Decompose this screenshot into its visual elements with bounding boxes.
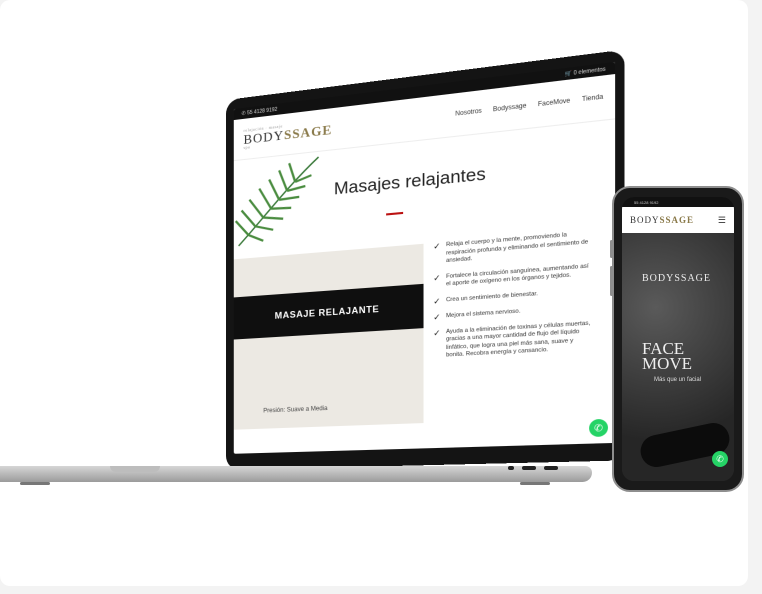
main-menu: Nosotros Bodyssage FaceMove Tienda	[455, 94, 603, 118]
menu-item-tienda[interactable]: Tienda	[582, 94, 603, 103]
laptop-foot	[520, 482, 550, 485]
menu-item-nosotros[interactable]: Nosotros	[455, 108, 482, 117]
laptop-notch	[110, 466, 160, 472]
facemove-subtitle: Más que un facial	[654, 377, 701, 383]
list-item: ✓ Ayuda a la eliminación de toxinas y cél…	[433, 320, 591, 361]
page-title: Masajes relajantes	[334, 164, 486, 200]
check-icon: ✓	[433, 329, 440, 361]
list-item: ✓ Fortalece la circulación sanguínea, aum…	[433, 262, 591, 290]
check-icon: ✓	[433, 274, 440, 290]
check-icon: ✓	[433, 242, 440, 266]
menu-icon[interactable]: ☰	[718, 215, 726, 226]
phone-hero: BODYSSAGE FACE MOVE Más que un facial ✆	[622, 233, 734, 481]
phone-nav: BODYSSAGE ☰	[622, 207, 734, 233]
cart-icon: 🛒	[565, 70, 574, 78]
laptop-foot	[20, 482, 50, 485]
hero-logo: BODYSSAGE	[642, 273, 711, 284]
list-item: ✓ Relaja el cuerpo y la mente, promoviend…	[433, 230, 591, 267]
facemove-title: FACE MOVE	[642, 341, 692, 371]
whatsapp-icon[interactable]: ✆	[712, 451, 728, 467]
phone-topbar: 55 4128 9192	[622, 197, 734, 207]
list-item: ✓ Mejora el sistema nervioso.	[433, 303, 591, 322]
menu-item-bodyssage[interactable]: Bodyssage	[493, 103, 527, 113]
phone-frame: 55 4128 9192 BODYSSAGE ☰ BODYSSAGE FACE M…	[612, 186, 744, 492]
laptop-port	[508, 466, 514, 470]
check-icon: ✓	[433, 297, 440, 306]
mockup-card: ✆ 55 4128 9192 🛒 0 elementos relajación …	[0, 0, 748, 586]
laptop-base	[0, 466, 592, 482]
palm-leaf-image	[234, 151, 324, 251]
phone-logo[interactable]: BODYSSAGE	[630, 216, 694, 225]
benefits-list: ✓ Relaja el cuerpo y la mente, promoviend…	[433, 230, 591, 368]
title-divider	[386, 212, 403, 216]
laptop-port	[522, 466, 536, 470]
list-item: ✓ Crea un sentimiento de bienestar.	[433, 287, 591, 306]
check-icon: ✓	[433, 313, 440, 322]
laptop-screen: ✆ 55 4128 9192 🛒 0 elementos relajación …	[234, 62, 615, 454]
menu-item-facemove[interactable]: FaceMove	[538, 98, 570, 108]
phone-screen: 55 4128 9192 BODYSSAGE ☰ BODYSSAGE FACE M…	[622, 197, 734, 481]
laptop-lid: ✆ 55 4128 9192 🛒 0 elementos relajación …	[226, 50, 625, 470]
whatsapp-icon[interactable]: ✆	[589, 419, 608, 437]
site-logo[interactable]: relajación · masaje BODYSSAGE spa	[244, 118, 333, 150]
laptop-port	[544, 466, 558, 470]
